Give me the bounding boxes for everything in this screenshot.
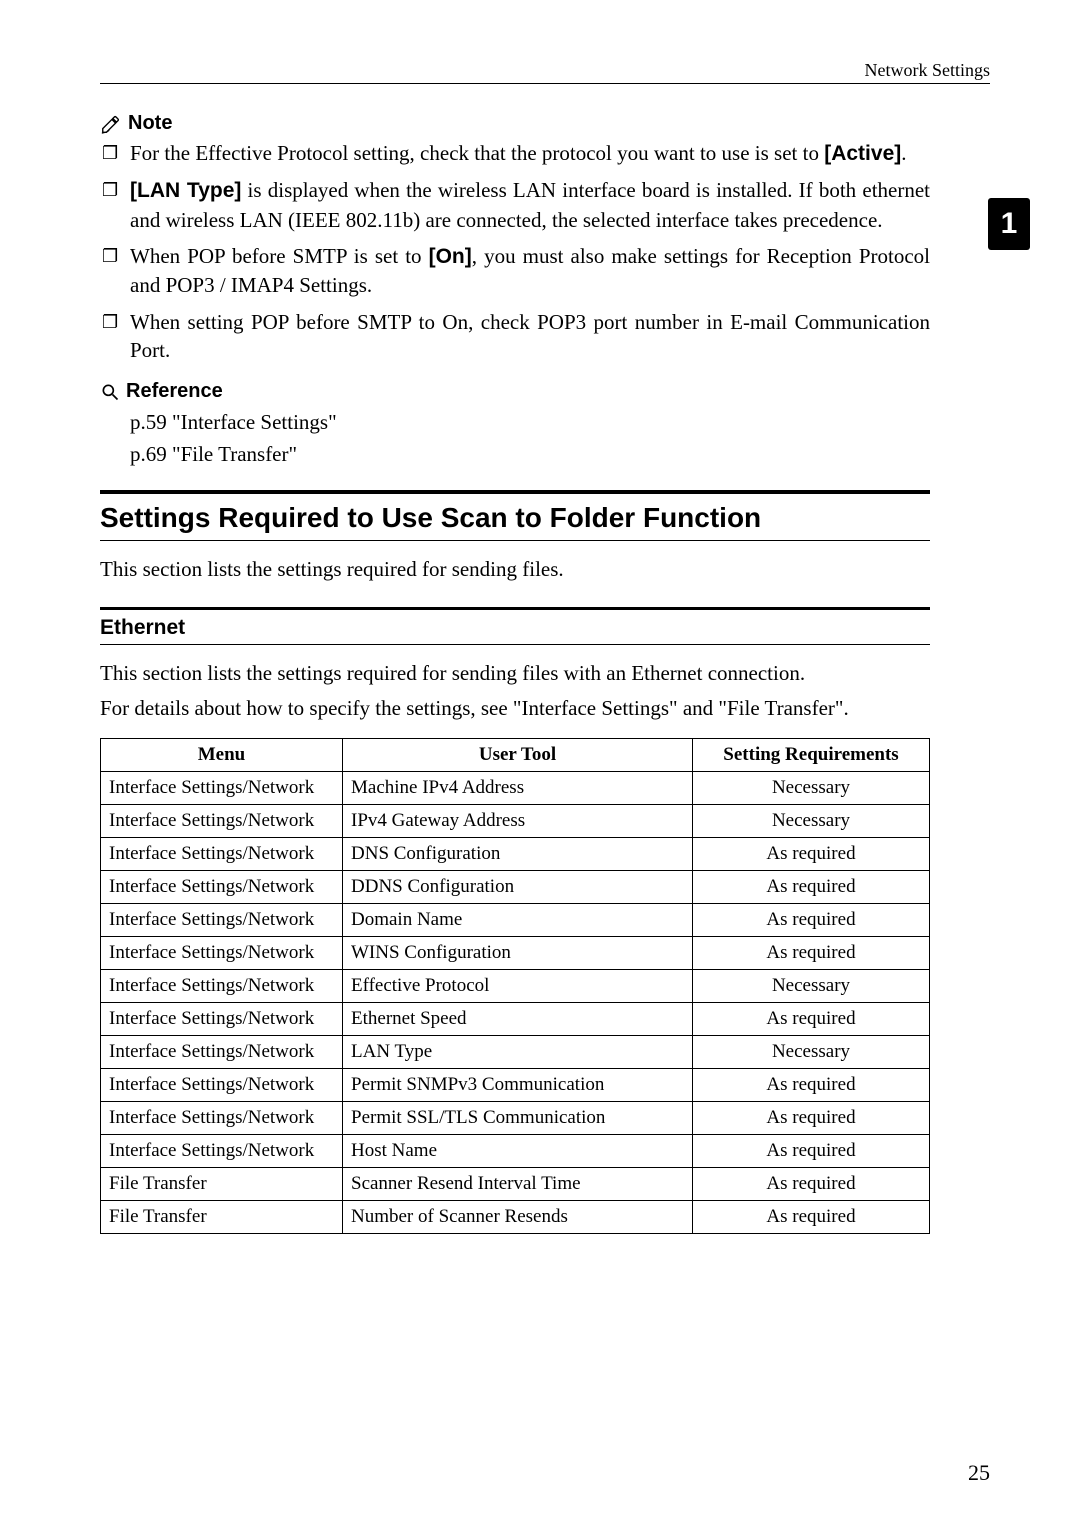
table-cell-menu: Interface Settings/Network	[101, 870, 343, 903]
table-cell-tool: Scanner Resend Interval Time	[343, 1167, 693, 1200]
table-cell-menu: Interface Settings/Network	[101, 1134, 343, 1167]
reference-list: p.59 "Interface Settings" p.69 "File Tra…	[100, 407, 930, 470]
table-cell-tool: IPv4 Gateway Address	[343, 804, 693, 837]
magnifier-icon	[100, 382, 120, 402]
table-cell-req: As required	[693, 1002, 930, 1035]
table-cell-req: As required	[693, 1134, 930, 1167]
note-heading-label: Note	[128, 112, 172, 135]
table-cell-menu: Interface Settings/Network	[101, 1002, 343, 1035]
table-cell-req: Necessary	[693, 969, 930, 1002]
table-cell-menu: Interface Settings/Network	[101, 837, 343, 870]
content: Note For the Effective Protocol setting,…	[100, 112, 930, 1234]
table-cell-menu: File Transfer	[101, 1167, 343, 1200]
table-header-menu: Menu	[101, 738, 343, 771]
note-list: For the Effective Protocol setting, chec…	[100, 139, 930, 364]
page: Network Settings 1 Note For the Effectiv…	[0, 0, 1080, 1526]
chapter-tab: 1	[988, 198, 1030, 250]
table-cell-req: As required	[693, 1167, 930, 1200]
table-cell-tool: Domain Name	[343, 903, 693, 936]
subsection-paragraph: This section lists the settings required…	[100, 659, 930, 688]
table-cell-menu: Interface Settings/Network	[101, 1068, 343, 1101]
table-row: Interface Settings/NetworkDNS Configurat…	[101, 837, 930, 870]
section-intro: This section lists the settings required…	[100, 555, 930, 584]
section-heading: Settings Required to Use Scan to Folder …	[100, 490, 930, 541]
page-number: 25	[968, 1460, 990, 1486]
table-cell-req: As required	[693, 1101, 930, 1134]
table-cell-req: Necessary	[693, 771, 930, 804]
table-cell-menu: Interface Settings/Network	[101, 1101, 343, 1134]
table-cell-req: As required	[693, 1068, 930, 1101]
note-item: [LAN Type] is displayed when the wireles…	[100, 176, 930, 234]
table-cell-req: As required	[693, 837, 930, 870]
reference-heading: Reference	[100, 380, 930, 403]
table-cell-tool: WINS Configuration	[343, 936, 693, 969]
table-cell-menu: Interface Settings/Network	[101, 936, 343, 969]
note-text: is displayed when the wireless LAN inter…	[130, 178, 930, 231]
table-row: File TransferNumber of Scanner ResendsAs…	[101, 1200, 930, 1233]
table-row: Interface Settings/NetworkLAN TypeNecess…	[101, 1035, 930, 1068]
table-cell-tool: Permit SSL/TLS Communication	[343, 1101, 693, 1134]
subsection-title: Ethernet	[100, 610, 930, 644]
header-title: Network Settings	[865, 60, 991, 81]
table-cell-menu: File Transfer	[101, 1200, 343, 1233]
reference-item: p.69 "File Transfer"	[130, 439, 930, 471]
table-cell-menu: Interface Settings/Network	[101, 903, 343, 936]
note-bold: [Active]	[824, 142, 901, 165]
table-cell-req: As required	[693, 870, 930, 903]
table-row: Interface Settings/NetworkHost NameAs re…	[101, 1134, 930, 1167]
note-text: When setting POP before SMTP to On, chec…	[130, 310, 930, 362]
table-cell-req: Necessary	[693, 804, 930, 837]
note-heading: Note	[100, 112, 930, 135]
table-row: Interface Settings/NetworkPermit SSL/TLS…	[101, 1101, 930, 1134]
table-cell-tool: DDNS Configuration	[343, 870, 693, 903]
pencil-icon	[100, 113, 122, 135]
subsection-heading: Ethernet	[100, 607, 930, 645]
note-text: .	[901, 141, 906, 165]
reference-heading-label: Reference	[126, 380, 223, 403]
table-cell-req: Necessary	[693, 1035, 930, 1068]
table-cell-req: As required	[693, 903, 930, 936]
table-cell-menu: Interface Settings/Network	[101, 804, 343, 837]
settings-table: Menu User Tool Setting Requirements Inte…	[100, 738, 930, 1234]
note-item: When setting POP before SMTP to On, chec…	[100, 308, 930, 365]
table-row: Interface Settings/NetworkDDNS Configura…	[101, 870, 930, 903]
table-header-row: Menu User Tool Setting Requirements	[101, 738, 930, 771]
table-row: File TransferScanner Resend Interval Tim…	[101, 1167, 930, 1200]
table-cell-menu: Interface Settings/Network	[101, 1035, 343, 1068]
table-cell-menu: Interface Settings/Network	[101, 969, 343, 1002]
table-header-tool: User Tool	[343, 738, 693, 771]
table-row: Interface Settings/NetworkIPv4 Gateway A…	[101, 804, 930, 837]
table-row: Interface Settings/NetworkPermit SNMPv3 …	[101, 1068, 930, 1101]
chapter-tab-label: 1	[1001, 207, 1018, 241]
table-cell-tool: DNS Configuration	[343, 837, 693, 870]
table-cell-tool: Ethernet Speed	[343, 1002, 693, 1035]
subsection-paragraph: For details about how to specify the set…	[100, 694, 930, 723]
table-row: Interface Settings/NetworkWINS Configura…	[101, 936, 930, 969]
table-cell-tool: LAN Type	[343, 1035, 693, 1068]
table-row: Interface Settings/NetworkEffective Prot…	[101, 969, 930, 1002]
note-text: When POP before SMTP is set to	[130, 244, 429, 268]
table-cell-tool: Effective Protocol	[343, 969, 693, 1002]
table-header-req: Setting Requirements	[693, 738, 930, 771]
table-row: Interface Settings/NetworkMachine IPv4 A…	[101, 771, 930, 804]
note-bold: [On]	[429, 245, 472, 268]
note-item: When POP before SMTP is set to [On], you…	[100, 242, 930, 300]
table-cell-tool: Machine IPv4 Address	[343, 771, 693, 804]
section-title: Settings Required to Use Scan to Folder …	[100, 494, 930, 540]
page-header: Network Settings	[100, 60, 990, 84]
note-item: For the Effective Protocol setting, chec…	[100, 139, 930, 168]
table-cell-req: As required	[693, 936, 930, 969]
reference-item: p.59 "Interface Settings"	[130, 407, 930, 439]
table-cell-tool: Permit SNMPv3 Communication	[343, 1068, 693, 1101]
table-row: Interface Settings/NetworkDomain NameAs …	[101, 903, 930, 936]
note-bold: [LAN Type]	[130, 179, 241, 202]
table-cell-tool: Number of Scanner Resends	[343, 1200, 693, 1233]
table-cell-tool: Host Name	[343, 1134, 693, 1167]
table-cell-req: As required	[693, 1200, 930, 1233]
note-text: For the Effective Protocol setting, chec…	[130, 141, 824, 165]
table-cell-menu: Interface Settings/Network	[101, 771, 343, 804]
table-row: Interface Settings/NetworkEthernet Speed…	[101, 1002, 930, 1035]
